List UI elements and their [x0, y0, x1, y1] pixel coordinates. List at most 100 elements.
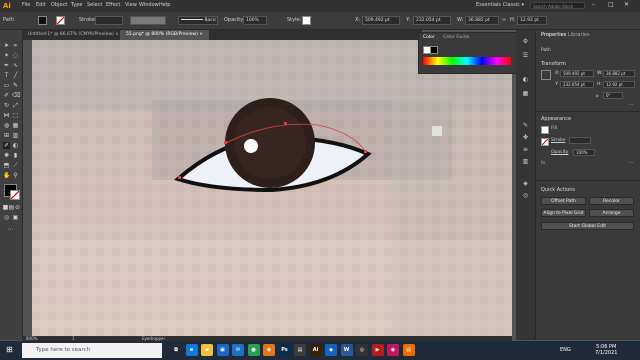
h-field[interactable]: 12.92 pt — [517, 16, 547, 25]
shaper-tool-icon[interactable]: ✐ — [3, 92, 10, 99]
stroke-weight-input[interactable] — [569, 137, 591, 144]
tab-libraries[interactable]: Libraries — [568, 32, 590, 38]
offset-path-button[interactable]: Offset Path — [541, 197, 586, 205]
eyedropper-tool-icon[interactable]: ✐ — [3, 142, 10, 149]
camera-icon[interactable]: ◎ — [356, 344, 368, 356]
opacity-appearance-field[interactable]: 100% — [573, 149, 595, 156]
recolor-button[interactable]: Recolor — [589, 197, 634, 205]
rectangle-tool-icon[interactable]: ▭ — [3, 82, 10, 89]
x-field[interactable]: 509.492 pt — [362, 16, 400, 25]
menu-window[interactable]: Window — [139, 2, 159, 8]
language-indicator[interactable]: ENG — [560, 347, 571, 353]
media-icon[interactable]: ▶ — [371, 344, 384, 356]
draw-mode-icon[interactable]: ◎ — [3, 214, 10, 221]
lasso-tool-icon[interactable]: ◌ — [12, 52, 19, 59]
menu-type[interactable]: Type — [71, 2, 82, 8]
direct-selection-tool-icon[interactable]: ➢ — [12, 42, 19, 49]
width-tool-icon[interactable]: ⋈ — [3, 112, 10, 119]
rotate-tool-icon[interactable]: ↻ — [3, 102, 10, 109]
tf-angle-field[interactable]: 0° — [603, 92, 623, 99]
menu-file[interactable]: File — [22, 2, 30, 8]
tab-color[interactable]: Color — [423, 35, 435, 40]
graph-tool-icon[interactable]: ▮ — [12, 152, 19, 159]
layers-panel-icon[interactable]: ◈ — [522, 180, 529, 187]
menu-select[interactable]: Select — [87, 2, 102, 8]
fill-appearance-swatch[interactable] — [541, 126, 549, 134]
gradient-panel-icon[interactable]: ▥ — [522, 158, 529, 165]
artboard-tool-icon[interactable]: ⬒ — [3, 162, 10, 169]
scale-tool-icon[interactable]: ⤢ — [12, 102, 19, 109]
mesh-tool-icon[interactable]: ⊞ — [3, 132, 10, 139]
line-tool-icon[interactable]: ╱ — [12, 72, 19, 79]
stroke-swatch[interactable] — [56, 16, 65, 25]
blend-tool-icon[interactable]: ◐ — [12, 142, 19, 149]
chrome-icon[interactable]: ● — [247, 344, 260, 356]
tab-untitled[interactable]: Untitled-1* @ 66.67% (CMYK/Preview) × — [22, 30, 125, 40]
edge-icon[interactable]: e — [185, 344, 198, 356]
perspective-grid-tool-icon[interactable]: ▦ — [12, 122, 19, 129]
more-options-icon[interactable]: ⋯ — [629, 103, 634, 108]
tf-h-field[interactable]: 12.92 pt — [603, 81, 635, 88]
firefox-icon[interactable]: ◉ — [263, 344, 275, 356]
appearance-more-icon[interactable]: ⋯ — [629, 161, 634, 166]
edit-toolbar-icon[interactable]: ⋯ — [7, 226, 14, 233]
menu-view[interactable]: View — [125, 2, 137, 8]
color-panel-icon[interactable]: ◐ — [522, 76, 529, 83]
close-button[interactable]: ✕ — [624, 1, 629, 8]
type-tool-icon[interactable]: T — [3, 72, 10, 79]
paintbrush-tool-icon[interactable]: ✎ — [12, 82, 19, 89]
tf-w-field[interactable]: 36.882 pt — [603, 70, 635, 77]
browser-icon[interactable]: ◉ — [387, 344, 399, 356]
store-icon[interactable]: ▣ — [216, 344, 229, 356]
menu-help[interactable]: Help — [159, 2, 170, 8]
stroke-panel-icon[interactable]: ≡ — [522, 146, 529, 153]
files2-icon[interactable]: ▤ — [402, 344, 415, 356]
eye-highlight-shape[interactable] — [244, 139, 258, 153]
menu-effect[interactable]: Effect — [106, 2, 120, 8]
graphic-style-swatch[interactable] — [302, 16, 311, 25]
maximize-button[interactable]: □ — [608, 1, 614, 8]
free-transform-tool-icon[interactable]: ⬚ — [12, 112, 19, 119]
w-field[interactable]: 36.882 pt — [465, 16, 499, 25]
zoom-tool-icon[interactable]: ⚲ — [12, 172, 19, 179]
none-mode-icon[interactable]: ⊘ — [14, 204, 21, 211]
artboard-canvas[interactable] — [32, 40, 512, 336]
stroke-weight-field[interactable] — [95, 16, 123, 25]
libraries-panel-icon[interactable]: ☰ — [522, 52, 529, 59]
menu-edit[interactable]: Edit — [36, 2, 46, 8]
start-button-icon[interactable]: ⊞ — [6, 345, 13, 354]
files-icon[interactable]: ▤ — [294, 344, 306, 356]
menu-object[interactable]: Object — [51, 2, 67, 8]
magic-wand-tool-icon[interactable]: ✶ — [3, 52, 10, 59]
workspace-switcher[interactable]: Essentials Classic ▾ — [476, 2, 524, 8]
opacity-appearance-label[interactable]: Opacity — [551, 150, 568, 155]
explorer-icon[interactable]: ▰ — [201, 344, 213, 356]
tab-properties[interactable]: Properties — [541, 32, 566, 38]
slice-tool-icon[interactable]: ⟋ — [12, 162, 19, 169]
gradient-tool-icon[interactable]: ▥ — [12, 132, 19, 139]
minimize-button[interactable]: – — [592, 1, 595, 8]
app-blue-icon[interactable]: ◆ — [325, 344, 337, 356]
pen-tool-icon[interactable]: ✒ — [3, 62, 10, 69]
photoshop-icon[interactable]: Ps — [278, 344, 291, 356]
screen-mode-icon[interactable]: ▣ — [12, 214, 19, 221]
tab-55-png[interactable]: 55.png* @ 800% (RGB/Preview) × — [120, 30, 210, 40]
reference-point-icon[interactable] — [541, 70, 551, 80]
task-view-icon[interactable]: ⧉ — [170, 344, 182, 356]
tf-x-field[interactable]: 509.492 pt — [560, 70, 594, 77]
illustrator-icon[interactable]: Ai — [309, 344, 322, 356]
arrange-button[interactable]: Arrange — [589, 209, 634, 217]
adobe-stock-search[interactable]: Search Adobe Stock — [530, 2, 585, 9]
selection-tool-icon[interactable]: ➤ — [3, 42, 10, 49]
hand-tool-icon[interactable]: ✋ — [3, 172, 10, 179]
variable-width-field[interactable] — [130, 16, 166, 25]
curvature-tool-icon[interactable]: ∿ — [12, 62, 19, 69]
taskbar-clock[interactable]: 5:06 PM 7/1/2021 — [595, 344, 617, 356]
tab-color-guide[interactable]: Color Guide — [443, 35, 469, 40]
word-icon[interactable]: W — [340, 344, 353, 356]
align-pixel-grid-button[interactable]: Align to Pixel Grid — [541, 209, 586, 217]
properties-panel-icon[interactable]: ⚙ — [522, 38, 529, 45]
tf-y-field[interactable]: 232.054 pt — [560, 81, 594, 88]
eraser-tool-icon[interactable]: ⌫ — [12, 92, 20, 99]
stroke-color-box[interactable] — [10, 190, 20, 200]
